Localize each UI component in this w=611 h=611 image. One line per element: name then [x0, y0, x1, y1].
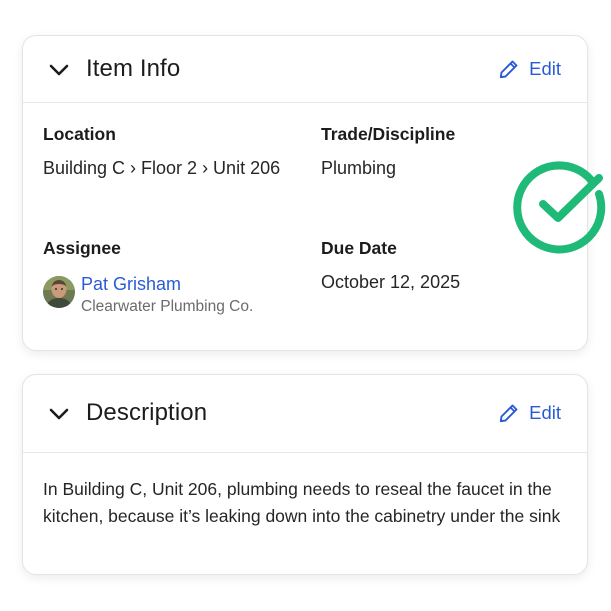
location-label: Location	[43, 124, 116, 144]
trade-value: Plumbing	[321, 158, 397, 178]
assignee: Pat Grisham Clearwater Plumbing Co.	[43, 272, 253, 318]
description-title: Description	[86, 399, 208, 426]
page: Item Info Edit Location Building C › Flo…	[0, 0, 611, 611]
item-info-title: Item Info	[86, 55, 181, 82]
assignee-label: Assignee	[43, 238, 121, 258]
check-circle-icon	[511, 158, 607, 254]
item-info-header: Item Info Edit	[23, 36, 587, 103]
due-date-value: October 12, 2025	[321, 272, 461, 292]
avatar	[43, 276, 75, 308]
location-value: Building C › Floor 2 › Unit 206	[43, 158, 281, 178]
due-date-label: Due Date	[321, 238, 397, 258]
assignee-name-link[interactable]: Pat Grisham	[81, 272, 253, 296]
description-header: Description Edit	[23, 375, 587, 453]
description-card: Description Edit In Building C, Unit 206…	[22, 374, 588, 575]
description-edit-button[interactable]: Edit	[498, 402, 561, 424]
item-info-edit-button[interactable]: Edit	[498, 58, 561, 80]
description-text: In Building C, Unit 206, plumbing needs …	[43, 479, 561, 526]
trade-label: Trade/Discipline	[321, 124, 456, 144]
chevron-down-icon[interactable]	[48, 403, 70, 425]
pencil-icon	[498, 58, 520, 80]
assignee-company: Clearwater Plumbing Co.	[81, 298, 254, 315]
assignee-info: Pat Grisham Clearwater Plumbing Co.	[81, 272, 253, 318]
chevron-down-icon[interactable]	[48, 59, 70, 81]
item-info-card: Item Info Edit Location Building C › Flo…	[22, 35, 588, 351]
pencil-icon	[498, 402, 520, 424]
edit-label: Edit	[529, 58, 561, 79]
edit-label: Edit	[529, 402, 561, 423]
